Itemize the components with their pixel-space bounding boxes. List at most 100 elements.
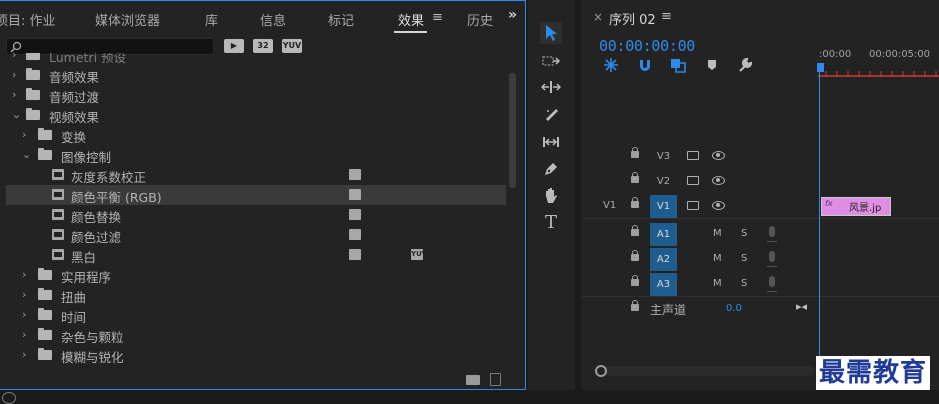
timeline-zoom-scrollbar[interactable] [595,365,815,377]
track-target-toggle[interactable]: V3 [650,145,677,168]
effects-tree: › Lumetri 预设 › 音频效果 › 音频过渡 ⌄ 视频效果 › 变换 ⌄ 图像控制 灰度系数校正… [6,53,506,371]
yuv-filter-button[interactable]: YUV [282,39,302,53]
chevron-right-icon[interactable]: › [22,268,26,281]
track-target-toggle[interactable]: V1 [650,195,677,218]
chevron-right-icon[interactable]: › [12,88,16,101]
razor-tool-icon[interactable] [540,103,562,125]
lock-icon[interactable] [631,172,639,183]
effect-row[interactable]: 颜色过滤 [6,225,506,245]
tab-info[interactable]: 信息 [260,10,286,29]
tab-media-browser[interactable]: 媒体浏览器 [95,10,160,29]
trash-icon[interactable] [490,373,501,386]
timeline-menu-icon[interactable]: ≡ [661,9,672,24]
folder-icon [26,68,40,80]
accelerated-effects-filter-icon[interactable]: ▶ [224,39,244,53]
microphone-icon[interactable] [767,251,777,267]
snap-icon[interactable] [637,57,653,73]
effect-row[interactable]: 颜色平衡 (RGB) [6,185,506,205]
32bit-filter-button[interactable]: 32 [253,39,273,53]
lock-icon[interactable] [631,250,639,261]
mute-button[interactable]: M [713,278,722,289]
tree-row-label: 实用程序 [61,270,112,285]
eye-icon[interactable] [712,201,725,210]
mute-button[interactable]: M [713,228,722,239]
chevron-right-icon[interactable]: › [22,288,26,301]
pen-tool-icon[interactable] [540,158,562,180]
effect-row[interactable]: 颜色替换 [6,205,506,225]
track-target-toggle[interactable]: A3 [650,273,677,296]
tree-folder-row[interactable]: › 变换 [6,125,506,145]
track-select-tool-icon[interactable] [540,50,562,72]
chevron-down-icon[interactable]: ⌄ [22,148,31,161]
eye-icon[interactable] [712,151,725,160]
chevron-right-icon[interactable]: › [12,68,16,81]
lock-icon[interactable] [631,147,639,158]
sync-lock-icon[interactable] [687,176,699,185]
time-ruler[interactable] [818,71,939,77]
chevron-right-icon[interactable]: › [12,53,16,61]
tree-folder-row[interactable]: › 模糊与锐化 [6,345,506,365]
chevron-right-icon[interactable]: › [22,128,26,141]
linked-selection-icon[interactable] [670,57,686,73]
source-patch[interactable]: V1 [603,200,616,211]
nest-sequence-icon[interactable] [603,57,619,73]
playhead-timecode[interactable]: 00:00:00:00 [599,37,695,55]
tree-folder-row[interactable]: › 杂色与颗粒 [6,325,506,345]
tab-overflow-icon[interactable]: » [508,7,517,23]
folder-icon [38,308,52,320]
sequence-tab-title[interactable]: 序列 02 [609,9,656,28]
solo-button[interactable]: S [741,278,747,289]
ripple-edit-tool-icon[interactable] [540,76,562,98]
lock-icon[interactable] [631,225,639,236]
tab-markers[interactable]: 标记 [328,10,354,29]
track-target-toggle[interactable]: A1 [650,223,677,246]
tree-folder-row[interactable]: › Lumetri 预设 [6,53,506,65]
track-target-toggle[interactable]: A2 [650,248,677,271]
effect-row[interactable]: 黑白 YUV [6,245,506,265]
chevron-right-icon[interactable]: › [22,308,26,321]
lock-icon[interactable] [631,197,639,208]
track-header-v3: V3 [581,144,939,169]
folder-icon [38,148,52,160]
wrench-icon[interactable] [737,57,753,73]
timeline-clip[interactable]: fx 风景.jp [821,197,891,216]
chevron-right-icon[interactable]: › [22,348,26,361]
tree-folder-row[interactable]: › 时间 [6,305,506,325]
effects-scrollbar[interactable] [509,73,516,188]
tree-folder-row[interactable]: ⌄ 图像控制 [6,145,506,165]
chevron-down-icon[interactable]: ⌄ [12,108,21,121]
eye-icon[interactable] [712,176,725,185]
microphone-icon[interactable] [767,276,777,292]
close-icon[interactable]: × [593,10,603,24]
solo-button[interactable]: S [741,228,747,239]
chevron-right-icon[interactable]: › [22,328,26,341]
effect-row[interactable]: 灰度系数校正 [6,165,506,185]
lock-icon[interactable] [631,275,639,286]
tab-project[interactable]: 项目: 作业 [0,10,56,29]
microphone-icon[interactable] [767,226,777,242]
panel-menu-icon[interactable]: ≡ [432,10,443,25]
selection-tool-icon[interactable] [540,22,562,44]
effect-icon [52,169,64,180]
hand-tool-icon[interactable] [540,185,562,207]
go-to-end-icon[interactable]: ▸◂ [796,300,807,313]
sync-lock-icon[interactable] [687,151,699,160]
solo-button[interactable]: S [741,253,747,264]
sync-lock-icon[interactable] [687,201,699,210]
track-target-toggle[interactable]: V2 [650,170,677,193]
zoom-handle[interactable] [595,365,607,377]
tab-effects[interactable]: 效果 [398,10,424,29]
tree-folder-row[interactable]: › 音频效果 [6,65,506,85]
add-marker-icon[interactable] [705,57,719,73]
tree-folder-row[interactable]: › 实用程序 [6,265,506,285]
master-volume-value[interactable]: 0.0 [726,303,742,314]
tree-folder-row[interactable]: › 音频过渡 [6,85,506,105]
lock-icon[interactable] [631,300,639,311]
slip-tool-icon[interactable] [540,131,562,153]
tree-folder-row[interactable]: ⌄ 视频效果 [6,105,506,125]
tab-libraries[interactable]: 库 [205,10,218,29]
type-tool-icon[interactable]: T [540,211,562,233]
mute-button[interactable]: M [713,253,722,264]
tree-folder-row[interactable]: › 扭曲 [6,285,506,305]
new-bin-icon[interactable] [466,375,480,385]
